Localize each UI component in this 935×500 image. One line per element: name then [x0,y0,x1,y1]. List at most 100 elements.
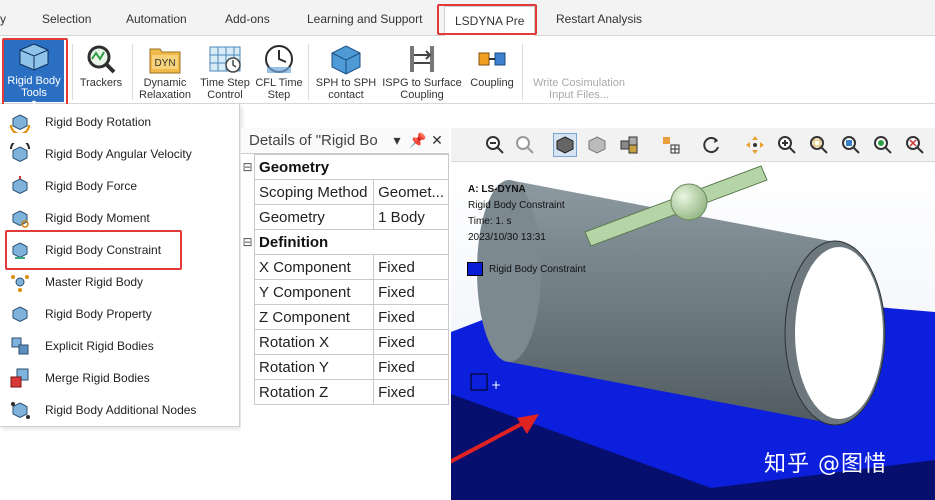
rigid-body-cube-icon [19,43,49,71]
ribbon-separator [132,44,133,100]
table-row[interactable]: Scoping Method Geomet... [241,179,449,205]
tab-lsdyna-pre[interactable]: LSDYNA Pre [444,6,536,36]
property-name: Scoping Method [254,179,375,205]
force-icon [9,175,31,197]
property-name: Rotation X [254,329,375,355]
merge-bodies-icon [9,367,31,389]
tab-learning-and-support[interactable]: Learning and Support [307,8,422,30]
zoom-all-icon[interactable] [903,133,927,157]
row-spacer [241,205,255,230]
ribbon-separator [522,44,523,100]
cfl-time-step-button[interactable]: CFL Time Step [254,42,304,101]
menu-item-rigid-body-moment[interactable]: Rigid Body Moment [0,202,240,234]
table-row[interactable]: X Component Fixed [241,254,449,280]
menu-item-master-rigid-body[interactable]: Master Rigid Body [0,266,240,298]
legend-label: Rigid Body Constraint [489,263,586,275]
menu-item-merge-rigid-bodies[interactable]: Merge Rigid Bodies [0,362,240,394]
property-name: X Component [254,254,375,280]
ispg-to-surface-coupling-button[interactable]: ISPG to Surface Coupling [380,42,464,101]
property-value[interactable]: Fixed [373,304,449,330]
collapse-icon[interactable]: ⊟ [241,155,255,180]
menu-item-rigid-body-force[interactable]: Rigid Body Force [0,170,240,202]
rotation-icon [9,111,31,133]
table-row[interactable]: Y Component Fixed [241,279,449,305]
zoom-in-disabled-icon[interactable] [513,133,537,157]
property-value[interactable]: Fixed [373,354,449,380]
ispg-coupling-icon [404,42,440,76]
dynamic-relaxation-button[interactable]: DYN Dynamic Relaxation [134,42,196,101]
menu-item-label: Rigid Body Constraint [45,243,162,257]
pan-icon[interactable] [743,133,767,157]
chevron-down-icon[interactable]: ▾ [389,132,405,149]
viewport-toolbar [451,128,935,162]
property-value[interactable]: Fixed [373,279,449,305]
property-value[interactable]: 1 Body [373,204,449,230]
menu-item-label: Explicit Rigid Bodies [45,339,154,353]
menu-item-rigid-body-property[interactable]: Rigid Body Property [0,298,240,330]
property-value[interactable]: Fixed [373,254,449,280]
constraint-icon [9,239,31,261]
rotate-icon[interactable] [699,133,723,157]
group-row-definition[interactable]: ⊟ Definition [241,229,449,255]
table-row[interactable]: Rotation X Fixed [241,329,449,355]
menu-item-label: Rigid Body Angular Velocity [45,147,192,161]
property-value[interactable]: Fixed [373,379,449,405]
cylinder-opening [795,247,883,419]
trackers-button[interactable]: Trackers [74,42,128,89]
zoom-box-icon[interactable] [807,133,831,157]
coupling-button[interactable]: Coupling [466,42,518,89]
viewport-annotation: A: LS-DYNA Rigid Body Constraint Time: 1… [468,182,565,246]
rigid-body-tools-button[interactable]: Rigid Body Tools ▾ [4,40,64,107]
property-value[interactable]: Geomet... [373,179,449,205]
face-select-icon[interactable] [585,133,609,157]
coupling-label: Coupling [470,77,514,89]
table-row[interactable]: Rotation Z Fixed [241,379,449,405]
table-row[interactable]: Rotation Y Fixed [241,354,449,380]
body-select-icon[interactable] [553,133,577,157]
pin-icon[interactable]: 📌 [409,132,426,149]
menu-item-rigid-body-constraint[interactable]: Rigid Body Constraint [0,234,240,266]
ribbon-tab-bar: y Selection Automation Add-ons Learning … [0,0,935,36]
tab-add-ons[interactable]: Add-ons [225,8,270,30]
property-name: Rotation Y [254,354,375,380]
row-spacer [241,180,255,205]
dynamic-relaxation-label: Dynamic Relaxation [139,77,191,101]
grid-select-icon[interactable] [659,133,683,157]
menu-item-rigid-body-rotation[interactable]: Rigid Body Rotation [0,106,240,138]
row-spacer [241,280,255,305]
property-name: Rotation Z [254,379,375,405]
zoom-selection-icon[interactable] [871,133,895,157]
analysis-title: A: LS-DYNA [468,184,526,195]
multi-body-icon[interactable] [617,133,641,157]
tab-automation[interactable]: Automation [126,8,187,30]
table-row[interactable]: Z Component Fixed [241,304,449,330]
time-step-control-button[interactable]: Time Step Control [196,42,254,101]
trackers-icon [83,42,119,76]
additional-nodes-icon [9,399,31,421]
ribbon-separator [72,44,73,100]
sph-to-sph-contact-button[interactable]: SPH to SPH contact [312,42,380,101]
collapse-icon[interactable]: ⊟ [241,230,255,255]
menu-item-label: Rigid Body Property [45,307,152,321]
tab-y[interactable]: y [0,8,6,30]
property-value[interactable]: Fixed [373,329,449,355]
tab-selection[interactable]: Selection [42,8,91,30]
menu-item-rigid-body-additional-nodes[interactable]: Rigid Body Additional Nodes [0,394,240,426]
details-grid: ⊟ Geometry Scoping Method Geomet... Geom… [241,154,449,405]
zoom-icon[interactable] [775,133,799,157]
write-cosimulation-button[interactable]: Write Cosimulation Input Files... [524,76,634,101]
zoom-out-icon[interactable] [483,133,507,157]
menu-item-explicit-rigid-bodies[interactable]: Explicit Rigid Bodies [0,330,240,362]
tab-restart-analysis[interactable]: Restart Analysis [556,8,642,30]
rigid-body-tools-menu: Rigid Body Rotation Rigid Body Angular V… [0,104,240,427]
menu-item-label: Merge Rigid Bodies [45,371,150,385]
close-icon[interactable]: ✕ [429,132,445,149]
zoom-fit-icon[interactable] [839,133,863,157]
menu-item-rigid-body-angular-velocity[interactable]: Rigid Body Angular Velocity [0,138,240,170]
write-cosimulation-label: Write Cosimulation Input Files... [532,77,626,101]
ispg-to-surface-coupling-label: ISPG to Surface Coupling [382,77,462,101]
group-row-geometry[interactable]: ⊟ Geometry [241,154,449,180]
table-row[interactable]: Geometry 1 Body [241,204,449,230]
sph-to-sph-contact-label: SPH to SPH contact [315,77,377,101]
shaft-ball [670,183,708,221]
